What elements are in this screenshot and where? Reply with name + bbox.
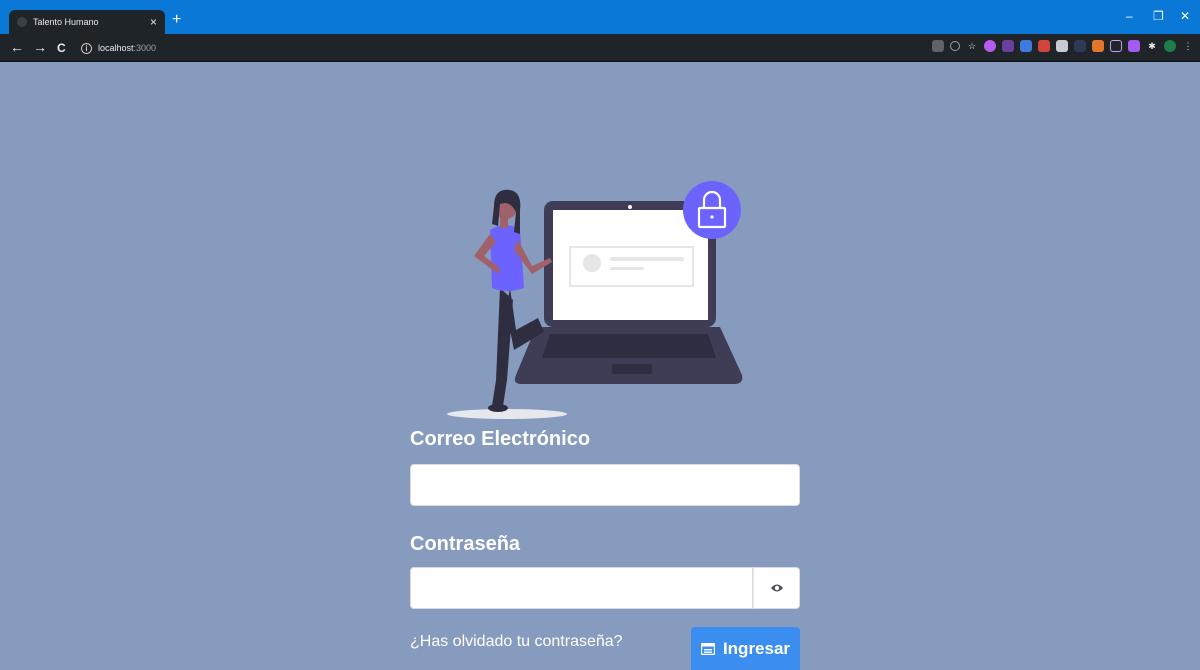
extension-2-icon[interactable]	[1002, 40, 1014, 52]
email-label: Correo Electrónico	[410, 428, 591, 450]
extension-9-icon[interactable]	[1128, 40, 1140, 52]
email-field[interactable]	[410, 464, 800, 506]
close-window-button[interactable]: ✕	[1180, 10, 1190, 22]
extension-6-icon[interactable]	[1074, 40, 1086, 52]
password-label: Contraseña	[410, 533, 521, 555]
login-card-icon	[700, 642, 715, 655]
url-port: :3000	[133, 43, 157, 53]
browser-toolbar: ← → C i localhost :3000 ☆ ✱ ⋮	[0, 34, 1200, 62]
extensions-area: ☆ ✱ ⋮	[932, 40, 1194, 52]
tab-title: Talento Humano	[33, 17, 99, 27]
tab-close-icon[interactable]: ×	[150, 16, 157, 28]
extension-3-icon[interactable]	[1020, 40, 1032, 52]
restore-button[interactable]: ❐	[1153, 10, 1164, 22]
bookmark-star-icon[interactable]: ☆	[966, 40, 978, 52]
lock-icon	[683, 181, 741, 239]
browser-titlebar: Talento Humano × + – ❐ ✕	[0, 0, 1200, 34]
extension-5-icon[interactable]	[1056, 40, 1068, 52]
profile-avatar-icon[interactable]	[1164, 40, 1176, 52]
eye-icon	[770, 584, 783, 592]
browser-menu-icon[interactable]: ⋮	[1182, 40, 1194, 52]
extension-4-icon[interactable]	[1038, 40, 1050, 52]
tab-favicon-icon	[17, 17, 27, 27]
hero-illustration	[447, 181, 743, 419]
login-button-label: Ingresar	[722, 638, 791, 658]
site-info-icon[interactable]: i	[81, 42, 92, 54]
back-button[interactable]: ←	[10, 40, 24, 54]
minimize-button[interactable]: –	[1126, 10, 1133, 22]
reload-button[interactable]: C	[57, 41, 66, 55]
forgot-password-link[interactable]: ¿Has olvidado tu contraseña?	[410, 633, 623, 651]
new-tab-button[interactable]: +	[172, 12, 181, 28]
forward-button[interactable]: →	[33, 40, 47, 54]
login-button[interactable]: Ingresar	[691, 627, 800, 670]
puzzle-extensions-icon[interactable]: ✱	[1146, 40, 1158, 52]
zoom-icon[interactable]	[950, 41, 960, 51]
extension-8-icon[interactable]	[1110, 40, 1122, 52]
password-field[interactable]	[410, 567, 753, 609]
floor-shadow	[447, 409, 567, 419]
browser-tab[interactable]: Talento Humano ×	[9, 10, 165, 34]
extension-1-icon[interactable]	[984, 40, 996, 52]
toggle-password-button[interactable]	[753, 567, 800, 609]
extension-7-icon[interactable]	[1092, 40, 1104, 52]
translate-icon[interactable]	[932, 40, 944, 52]
url-host: localhost	[98, 43, 134, 53]
